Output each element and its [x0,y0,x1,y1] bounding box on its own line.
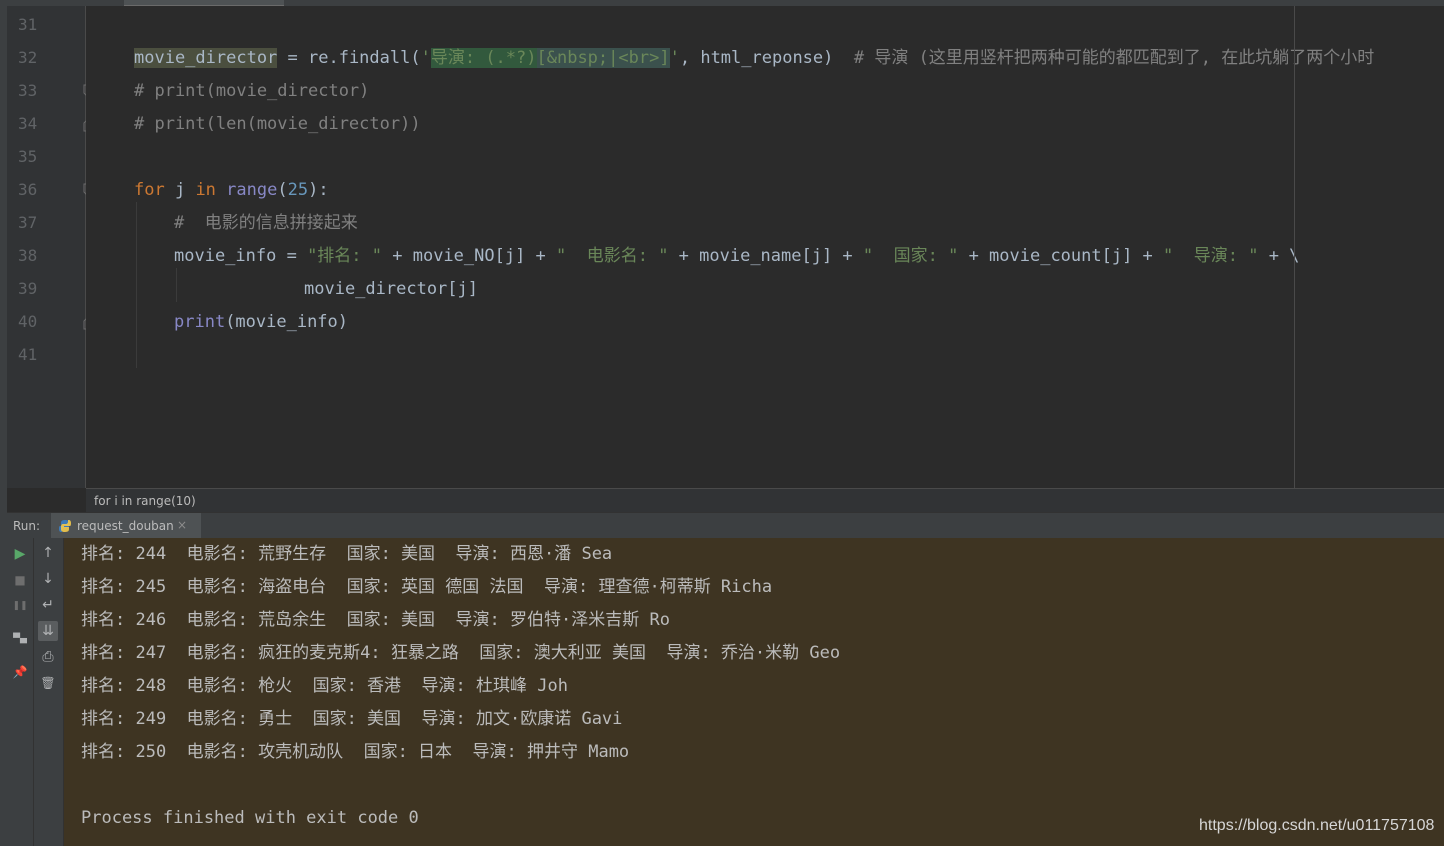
code-comment: # 导演 (这里用竖杆把两种可能的都匹配到了, 在此坑躺了两个小时 [853,48,1375,68]
run-tab-label: request_douban [77,519,174,533]
code-line-32: movie_director = re.findall('导演: (.*?)[&… [134,48,1375,68]
code-line-37: # 电影的信息拼接起来 [174,213,358,233]
arrow-up-icon[interactable]: ↑ [39,544,57,562]
print-icon[interactable]: ⎙ [39,648,57,666]
pause-icon[interactable]: ❚❚ [11,597,29,615]
line-number: 37 [18,213,38,232]
arrow-down-icon[interactable]: ↓ [39,570,57,588]
line-number: 34 [18,114,38,133]
stop-icon[interactable]: ■ [11,571,29,589]
console-line: 排名: 249 电影名: 勇士 国家: 美国 导演: 加文·欧康诺 Gavi [81,709,623,729]
run-label: Run: [13,519,41,533]
run-tab-request-douban[interactable]: request_douban × [51,513,201,539]
breadcrumb-item[interactable]: for i in range(10) [94,494,196,508]
line-number: 36 [18,180,38,199]
right-margin-guide [1294,6,1295,488]
rerun-icon[interactable]: ▶ [11,545,29,563]
console-line: 排名: 244 电影名: 荒野生存 国家: 美国 导演: 西恩·潘 Sea [81,544,613,564]
left-tool-strip [0,6,7,846]
console-line: 排名: 250 电影名: 攻壳机动队 国家: 日本 导演: 押井守 Mamo [81,742,630,762]
process-finished-message: Process finished with exit code 0 [81,808,419,828]
code-line-36: for j in range(25): [134,180,329,200]
scroll-to-end-icon[interactable]: ⇊ [38,621,58,641]
code-line-40: print(movie_info) [174,312,349,332]
trash-icon[interactable]: 🗑 [39,674,57,692]
run-console[interactable]: 排名: 244 电影名: 荒野生存 国家: 美国 导演: 西恩·潘 Sea 排名… [64,538,1444,846]
run-toolbar-secondary: ↑ ↓ ↵ ⇊ ⎙ 🗑 [34,538,64,846]
watermark: https://blog.csdn.net/u011757108 [1199,817,1435,834]
line-number: 38 [18,246,38,265]
console-line: 排名: 245 电影名: 海盗电台 国家: 英国 德国 法国 导演: 理查德·柯… [81,577,773,597]
line-number: 32 [18,48,38,67]
breadcrumb[interactable]: for i in range(10) [86,488,1444,513]
close-icon[interactable]: × [177,518,187,532]
line-number: 33 [18,81,38,100]
run-toolbar-primary: ▶ ■ ❚❚ ▀▄ 📌 [7,538,34,846]
code-line-33: # print(movie_director) [134,81,370,101]
code-editor[interactable]: movie_director = re.findall('导演: (.*?)[&… [86,6,1444,488]
line-number: 40 [18,312,38,331]
line-number: 35 [18,147,38,166]
code-line-38: movie_info = "排名: " + movie_NO[j] + " 电影… [174,246,1300,266]
python-icon [59,520,71,532]
layout-icon[interactable]: ▀▄ [11,630,29,648]
editor-gutter: 31 32 33 34 35 36 37 38 39 40 41 [7,6,97,488]
code-line-39: movie_director[j] [304,279,478,299]
line-number: 39 [18,279,38,298]
soft-wrap-icon[interactable]: ↵ [39,596,57,614]
line-number: 41 [18,345,38,364]
code-line-34: # print(len(movie_director)) [134,114,421,134]
indent-guide [136,202,137,368]
console-line: 排名: 248 电影名: 枪火 国家: 香港 导演: 杜琪峰 Joh [81,676,568,696]
console-line: 排名: 247 电影名: 疯狂的麦克斯4: 狂暴之路 国家: 澳大利亚 美国 导… [81,643,841,663]
indent-guide [176,268,177,302]
line-number: 31 [18,15,38,34]
pin-icon[interactable]: 📌 [11,663,29,681]
console-line: 排名: 246 电影名: 荒岛余生 国家: 美国 导演: 罗伯特·泽米吉斯 Ro [81,610,670,630]
highlighted-identifier: movie_director [134,48,278,68]
run-toolwindow-header: Run: request_douban × [7,512,1444,539]
